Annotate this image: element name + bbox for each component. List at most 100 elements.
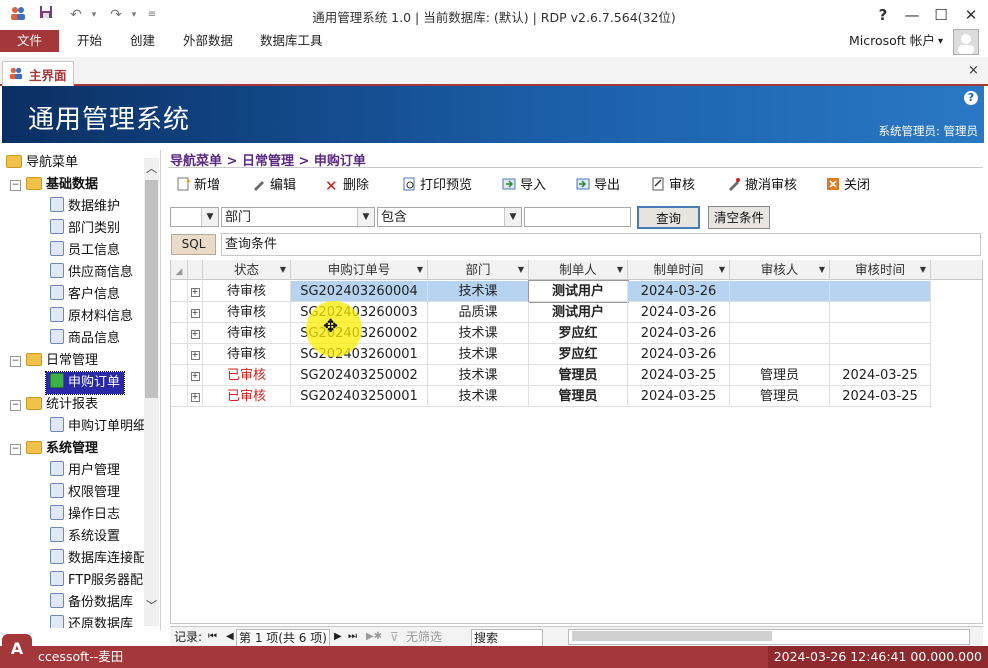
- minimize-button[interactable]: —: [898, 4, 926, 26]
- cell-date[interactable]: 2024-03-25: [628, 365, 730, 386]
- close-window-button[interactable]: ✕: [957, 4, 985, 26]
- clear-conditions-button[interactable]: 清空条件: [708, 206, 770, 229]
- cell-date[interactable]: 2024-03-26: [628, 344, 730, 365]
- close-button[interactable]: 关闭: [826, 175, 870, 197]
- expand-plus-icon[interactable]: +: [190, 309, 200, 318]
- condition-field[interactable]: 查询条件: [221, 233, 981, 256]
- table-row[interactable]: + 待审核 SG202403260004 技术课 测试用户 2024-03-26: [171, 280, 982, 303]
- cell-status[interactable]: 待审核: [203, 302, 291, 323]
- cancel-audit-button[interactable]: 撤消审核: [727, 175, 797, 197]
- cell-dept[interactable]: 技术课: [428, 323, 529, 344]
- cell-audit-date[interactable]: [830, 323, 931, 344]
- close-tab-button[interactable]: ×: [968, 63, 979, 78]
- account-menu[interactable]: Microsoft 帐户: [849, 30, 935, 57]
- cell-audit-date[interactable]: 2024-03-25: [830, 386, 931, 407]
- cell-audit-date[interactable]: [830, 344, 931, 365]
- cell-status[interactable]: 待审核: [203, 323, 291, 344]
- scroll-down-icon[interactable]: ﹀: [146, 597, 157, 613]
- cell-date[interactable]: 2024-03-26: [628, 323, 730, 344]
- header-maker[interactable]: 制单人 ▼: [529, 260, 628, 280]
- cell-maker[interactable]: 罗应红: [529, 344, 628, 365]
- cell-dept[interactable]: 品质课: [428, 302, 529, 323]
- tab-file[interactable]: 文件: [0, 30, 59, 52]
- next-record-icon[interactable]: ▶: [334, 627, 342, 647]
- last-record-icon[interactable]: ⏭: [348, 627, 357, 647]
- cell-no[interactable]: SG202403260004: [291, 281, 428, 302]
- tree-item-settings[interactable]: 系统设置: [50, 526, 120, 548]
- add-button[interactable]: ✦ 新增: [176, 175, 220, 197]
- cell-auditor[interactable]: [730, 281, 830, 302]
- tree-item-suppliers[interactable]: 供应商信息: [50, 262, 133, 284]
- import-button[interactable]: 导入: [502, 175, 546, 197]
- header-date[interactable]: 制单时间 ▼: [628, 260, 730, 280]
- collapse-icon[interactable]: −: [10, 356, 21, 367]
- row-selector[interactable]: [171, 365, 188, 386]
- row-expander[interactable]: +: [188, 365, 203, 386]
- chevron-down-icon[interactable]: ▼: [504, 208, 521, 226]
- edit-button[interactable]: 编辑: [252, 175, 296, 197]
- row-selector[interactable]: [171, 386, 188, 407]
- cell-dept[interactable]: 技术课: [428, 386, 529, 407]
- tree-item-employees[interactable]: 员工信息: [50, 240, 120, 262]
- cell-maker[interactable]: 管理员: [529, 386, 628, 407]
- row-selector[interactable]: [171, 281, 188, 302]
- record-position[interactable]: 第 1 项(共 6 项): [236, 629, 330, 647]
- table-row[interactable]: + 待审核 SG202403260001 技术课 罗应红 2024-03-26: [171, 344, 982, 365]
- expand-plus-icon[interactable]: +: [190, 330, 200, 339]
- tree-root[interactable]: 导航菜单: [6, 152, 78, 174]
- cell-auditor[interactable]: [730, 323, 830, 344]
- table-row[interactable]: + 已审核 SG202403250002 技术课 管理员 2024-03-25 管理员 202…: [171, 365, 982, 386]
- avatar[interactable]: [953, 29, 979, 55]
- header-order-no[interactable]: 申购订单号 ▼: [291, 260, 428, 280]
- cell-date[interactable]: 2024-03-26: [628, 302, 730, 323]
- tree-item-restore-db[interactable]: 还原数据库: [50, 614, 133, 628]
- row-expander[interactable]: +: [188, 281, 203, 302]
- tree-item-materials[interactable]: 原材料信息: [50, 306, 133, 328]
- header-audit-date[interactable]: 审核时间 ▼: [830, 260, 931, 280]
- tree-item-departments[interactable]: 部门类别: [50, 218, 120, 240]
- row-expander[interactable]: +: [188, 344, 203, 365]
- tree-item-customers[interactable]: 客户信息: [50, 284, 120, 306]
- table-row[interactable]: + 待审核 SG202403260003 品质课 测试用户 2024-03-26: [171, 302, 982, 323]
- query-button[interactable]: 查询: [637, 206, 700, 229]
- tree-item-permissions[interactable]: 权限管理: [50, 482, 120, 504]
- cell-status[interactable]: 已审核: [203, 386, 291, 407]
- tree-item-user-mgmt[interactable]: 用户管理: [50, 460, 120, 482]
- tree-item-db-connection[interactable]: 数据库连接配置: [50, 548, 144, 570]
- horizontal-scrollbar-thumb[interactable]: [572, 631, 772, 641]
- tab-main[interactable]: 主界面: [2, 61, 74, 86]
- tab-database-tools[interactable]: 数据库工具: [260, 30, 323, 57]
- expand-plus-icon[interactable]: +: [190, 393, 200, 402]
- cell-audit-date[interactable]: 2024-03-25: [830, 365, 931, 386]
- print-preview-button[interactable]: 打印预览: [402, 175, 472, 197]
- cell-audit-date[interactable]: [830, 302, 931, 323]
- search-input[interactable]: 搜索: [471, 629, 543, 647]
- cell-maker[interactable]: 测试用户: [528, 280, 629, 303]
- tree-item-products[interactable]: 商品信息: [50, 328, 120, 350]
- field-select[interactable]: 部门 ▼: [221, 207, 375, 227]
- help-icon[interactable]: ?: [964, 91, 978, 105]
- cell-audit-date[interactable]: [830, 281, 931, 302]
- tab-create[interactable]: 创建: [130, 30, 155, 57]
- export-button[interactable]: 导出: [576, 175, 620, 197]
- no-filter-indicator[interactable]: 无筛选: [406, 627, 442, 647]
- expand-plus-icon[interactable]: +: [190, 351, 200, 360]
- cell-status[interactable]: 待审核: [203, 344, 291, 365]
- table-row[interactable]: + 已审核 SG202403250001 技术课 管理员 2024-03-25 管理员 202…: [171, 386, 982, 407]
- cell-dept[interactable]: 技术课: [428, 365, 529, 386]
- cell-status[interactable]: 已审核: [203, 365, 291, 386]
- expand-plus-icon[interactable]: +: [190, 372, 200, 381]
- row-selector[interactable]: [171, 344, 188, 365]
- cell-date[interactable]: 2024-03-26: [628, 281, 730, 302]
- logic-select[interactable]: ▼: [170, 207, 219, 227]
- select-all-corner[interactable]: ◢: [171, 260, 188, 280]
- tab-external-data[interactable]: 外部数据: [183, 30, 233, 57]
- cell-no[interactable]: SG202403260001: [291, 344, 428, 365]
- new-record-icon[interactable]: ▶✱: [366, 627, 382, 647]
- help-button[interactable]: ?: [869, 4, 897, 26]
- delete-button[interactable]: ✕ 删除: [325, 175, 369, 197]
- cell-auditor[interactable]: 管理员: [730, 386, 830, 407]
- sql-button[interactable]: SQL: [171, 234, 216, 255]
- row-expander[interactable]: +: [188, 302, 203, 323]
- collapse-icon[interactable]: −: [10, 400, 21, 411]
